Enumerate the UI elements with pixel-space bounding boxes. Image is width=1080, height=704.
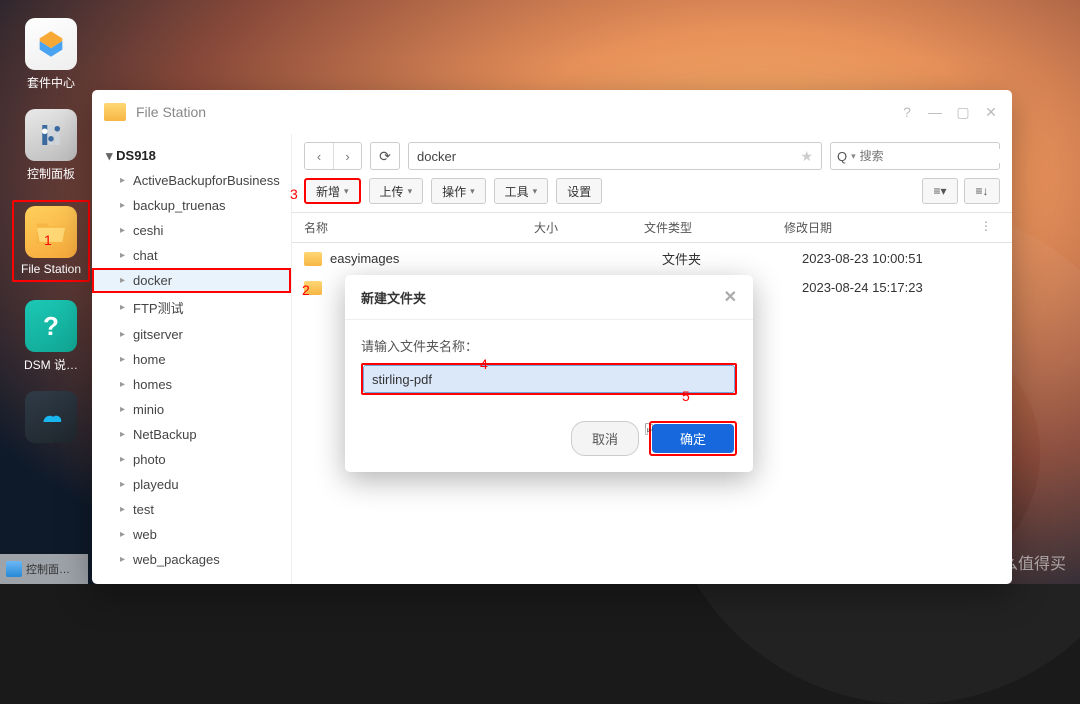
desktop-icon-dsm-help[interactable]: ? DSM 说… [12,300,90,373]
cursor-hand-icon: ☟ [644,420,654,440]
navigation-toolbar: ‹ › ⟳ docker ★ Q ▾ [292,134,1012,178]
sort-button[interactable]: ≡↓ [964,178,1000,204]
tree-item[interactable]: homes [92,372,291,397]
dsm-help-icon: ? [25,300,77,352]
tree-item[interactable]: web [92,522,291,547]
cancel-button[interactable]: 取消 [571,421,639,456]
control-panel-icon [25,109,77,161]
upload-button[interactable]: 上传▾ [369,178,424,204]
tree-root[interactable]: DS918 [92,144,291,168]
folder-tree[interactable]: DS918 ActiveBackupforBusiness backup_tru… [92,134,292,584]
column-size[interactable]: 大小 [534,219,644,236]
desktop-icon-label: File Station [21,262,81,276]
annotation-3: 3 [290,186,298,202]
path-text: docker [417,149,456,164]
annotation-1: 1 [44,232,52,248]
create-folder-dialog: 新建文件夹 ✕ 请输入文件夹名称： 取消 确定 [345,275,753,472]
tree-item[interactable]: web_packages [92,547,291,572]
tree-item[interactable]: photo [92,447,291,472]
folder-icon [304,252,322,266]
tree-item[interactable]: gitserver [92,322,291,347]
column-more-icon[interactable]: ⋮ [980,219,1000,236]
new-button[interactable]: 新增▾ [304,178,361,204]
window-titlebar[interactable]: File Station ? — ▢ ✕ [92,90,1012,134]
chevron-down-icon[interactable]: ▾ [851,151,856,162]
action-button[interactable]: 操作▾ [431,178,486,204]
row-type: 文件夹 [662,249,802,268]
tree-item[interactable]: backup_truenas [92,193,291,218]
minimize-button[interactable]: — [926,104,944,120]
desktop-icon-control-panel[interactable]: 控制面板 [12,109,90,182]
annotation-box-4 [361,363,737,395]
tree-item[interactable]: chat [92,243,291,268]
taskbar-app-icon [6,561,22,577]
nav-back-button[interactable]: ‹ [305,143,333,169]
ok-button[interactable]: 确定 [652,424,734,453]
column-date[interactable]: 修改日期 [784,219,980,236]
search-input[interactable] [860,149,1012,163]
tree-item[interactable]: playedu [92,472,291,497]
folder-icon [104,103,126,121]
folder-name-input[interactable] [363,365,735,393]
tree-item[interactable]: ceshi [92,218,291,243]
search-icon: Q [837,149,847,164]
taskbar-label: 控制面… [26,561,70,577]
desktop-icon-label: 控制面板 [27,165,75,182]
synology-drive-icon [25,391,77,443]
column-headers[interactable]: 名称 大小 文件类型 修改日期 ⋮ [292,212,1012,243]
desktop-icon-label: 套件中心 [27,74,75,91]
nav-forward-button[interactable]: › [333,143,361,169]
tree-item[interactable]: FTP测试 [92,293,291,322]
watermark-text: 什么值得买 [986,550,1066,574]
tree-item[interactable]: NetBackup [92,422,291,447]
settings-button[interactable]: 设置 [556,178,602,204]
annotation-5: 5 [682,388,690,404]
annotation-box-5: 确定 [649,421,737,456]
dialog-header[interactable]: 新建文件夹 ✕ [345,275,753,320]
desktop-icon-synology-drive[interactable] [12,391,90,447]
package-center-icon [25,18,77,70]
tree-item-docker[interactable]: docker [92,268,291,293]
watermark-icon: 值 [960,552,980,572]
watermark: 值 什么值得买 [960,550,1066,574]
row-name: easyimages [330,251,552,266]
window-title: File Station [136,104,206,120]
tree-item[interactable]: home [92,347,291,372]
dialog-close-button[interactable]: ✕ [724,287,737,307]
dialog-prompt: 请输入文件夹名称： [361,336,737,355]
close-button[interactable]: ✕ [982,104,1000,121]
refresh-button[interactable]: ⟳ [370,142,400,170]
help-button[interactable]: ? [898,104,916,120]
tree-item[interactable]: minio [92,397,291,422]
tree-item[interactable]: ActiveBackupforBusiness [92,168,291,193]
dialog-title: 新建文件夹 [361,288,426,307]
tool-button[interactable]: 工具▾ [494,178,549,204]
action-toolbar: 新增▾ 上传▾ 操作▾ 工具▾ 设置 ≡▾ ≡↓ [292,178,1012,212]
file-row[interactable]: easyimages 文件夹 2023-08-23 10:00:51 [292,243,1012,274]
taskbar-item[interactable]: 控制面… [0,554,88,584]
search-box[interactable]: Q ▾ [830,142,1000,170]
path-field[interactable]: docker ★ [408,142,822,170]
annotation-2: 2 [302,282,310,298]
column-type[interactable]: 文件类型 [644,219,784,236]
column-name[interactable]: 名称 [304,219,534,236]
favorite-icon[interactable]: ★ [800,148,813,165]
row-date: 2023-08-24 15:17:23 [802,280,1000,295]
row-date: 2023-08-23 10:00:51 [802,251,1000,266]
desktop-icon-label: DSM 说… [24,356,78,373]
desktop-icon-package-center[interactable]: 套件中心 [12,18,90,91]
view-mode-button[interactable]: ≡▾ [922,178,958,204]
maximize-button[interactable]: ▢ [954,104,972,121]
annotation-4: 4 [480,356,488,372]
tree-item[interactable]: test [92,497,291,522]
